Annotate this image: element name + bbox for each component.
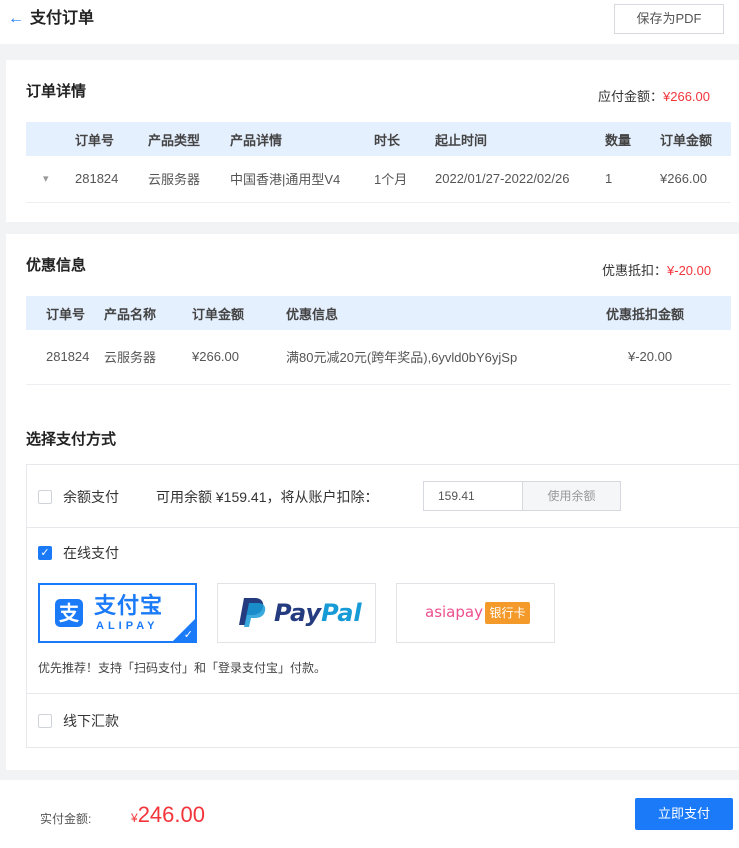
offline-transfer-checkbox[interactable] xyxy=(38,714,52,728)
column-header: 优惠抵扣金额 xyxy=(606,296,731,330)
discount-table-header: 订单号 产品名称 订单金额 优惠信息 优惠抵扣金额 xyxy=(26,296,731,330)
table-cell: 281824 xyxy=(75,156,148,203)
column-header: 订单金额 xyxy=(660,122,731,156)
alipay-recommendation-hint: 优先推荐！支持「扫码支付」和「登录支付宝」付款。 xyxy=(38,661,327,675)
payable-value: ¥266.00 xyxy=(663,89,711,104)
available-balance-text: 可用余额 ¥159.41，将从账户扣除： xyxy=(156,489,379,505)
currency-symbol: ¥ xyxy=(131,811,138,825)
alipay-brand-cn: 支付宝 xyxy=(94,593,164,618)
offline-option-label[interactable]: 线下汇款 xyxy=(63,711,119,731)
discount-table: 订单号 产品名称 订单金额 优惠信息 优惠抵扣金额 281824 云服务器 ¥2… xyxy=(26,296,731,385)
asiapay-brand: asiapay xyxy=(425,603,483,621)
order-details-title: 订单详情 xyxy=(26,83,87,100)
discount-total-label: 优惠抵扣： xyxy=(602,263,668,278)
table-cell: 281824 xyxy=(26,330,104,385)
amount-value: 246.00 xyxy=(137,802,205,827)
actual-payment-amount: ¥246.00 xyxy=(131,802,205,828)
table-cell: 云服务器 xyxy=(148,156,230,203)
column-header: 订单号 xyxy=(75,122,148,156)
use-balance-button[interactable]: 使用余额 xyxy=(522,481,621,511)
column-header: 产品类型 xyxy=(148,122,230,156)
svg-text:支: 支 xyxy=(59,601,80,625)
online-payment-checkbox[interactable]: ✓ xyxy=(38,546,52,560)
pay-now-button[interactable]: 立即支付 xyxy=(635,798,733,830)
payable-amount: 应付金额：¥266.00 xyxy=(598,86,710,105)
table-cell: ¥266.00 xyxy=(192,330,286,385)
paypal-method[interactable]: PayPal xyxy=(217,583,376,643)
table-cell: 云服务器 xyxy=(104,330,192,385)
column-header: 数量 xyxy=(605,122,660,156)
balance-checkbox[interactable] xyxy=(38,490,52,504)
actual-payment-label: 实付金额: xyxy=(40,812,92,826)
table-cell: 满80元减20元(跨年奖品),6yvld0bY6yjSp xyxy=(286,330,606,385)
alipay-brand-en: ALIPAY xyxy=(96,620,159,632)
divider xyxy=(27,527,739,528)
bank-card-tag: 银行卡 xyxy=(485,602,530,624)
table-row: ▾ 281824 云服务器 中国香港|通用型V4 1个月 2022/01/27-… xyxy=(26,156,731,203)
column-header: 起止时间 xyxy=(435,122,605,156)
table-row: 281824 云服务器 ¥266.00 满80元减20元(跨年奖品),6yvld… xyxy=(26,330,731,385)
order-details-card: 订单详情 应付金额：¥266.00 订单号 产品类型 产品详情 时长 起止时间 … xyxy=(6,60,739,222)
online-option-label[interactable]: 在线支付 xyxy=(63,543,119,563)
back-arrow-icon[interactable]: ← xyxy=(8,9,24,29)
back-link[interactable]: ← 支付订单 xyxy=(8,9,94,29)
balance-option-label[interactable]: 余额支付 xyxy=(63,487,119,507)
check-icon: ✓ xyxy=(183,629,193,641)
column-header: 订单号 xyxy=(26,296,104,330)
balance-amount-input[interactable]: 159.41 xyxy=(423,481,523,511)
order-table: 订单号 产品类型 产品详情 时长 起止时间 数量 订单金额 ▾ 281824 云… xyxy=(26,122,731,203)
alipay-method[interactable]: 支 支付宝 ALIPAY ✓ xyxy=(38,583,197,643)
asiapay-method[interactable]: asiapay 银行卡 xyxy=(396,583,555,643)
column-header: 时长 xyxy=(374,122,435,156)
divider xyxy=(27,693,739,694)
bottom-bar: 实付金额: ¥246.00 立即支付 xyxy=(0,780,739,848)
column-header: 产品名称 xyxy=(104,296,192,330)
table-cell: ¥266.00 xyxy=(660,156,731,203)
expand-column-header xyxy=(26,122,75,156)
column-header: 产品详情 xyxy=(230,122,374,156)
payment-method-title: 选择支付方式 xyxy=(26,431,117,448)
payable-label: 应付金额： xyxy=(598,89,664,104)
table-cell: 1 xyxy=(605,156,660,203)
discount-title: 优惠信息 xyxy=(26,257,87,274)
discount-total: 优惠抵扣：¥-20.00 xyxy=(602,260,711,279)
table-cell: 中国香港|通用型V4 xyxy=(230,156,374,203)
order-table-header: 订单号 产品类型 产品详情 时长 起止时间 数量 订单金额 xyxy=(26,122,731,156)
discount-total-value: ¥-20.00 xyxy=(667,263,712,278)
table-cell: 1个月 xyxy=(374,156,435,203)
column-header: 优惠信息 xyxy=(286,296,606,330)
top-bar: ← 支付订单 保存为PDF xyxy=(0,0,739,44)
page-title: 支付订单 xyxy=(30,10,95,27)
paypal-brand: PayPal xyxy=(274,599,362,627)
table-cell: 2022/01/27-2022/02/26 xyxy=(435,156,605,203)
save-pdf-button[interactable]: 保存为PDF xyxy=(614,4,724,34)
payment-options: 余额支付 可用余额 ¥159.41，将从账户扣除： 159.41 使用余额 ✓ … xyxy=(26,464,739,748)
expand-row-icon[interactable]: ▾ xyxy=(26,156,75,203)
column-header: 订单金额 xyxy=(192,296,286,330)
discount-payment-card: 优惠信息 优惠抵扣：¥-20.00 订单号 产品名称 订单金额 优惠信息 优惠抵… xyxy=(6,234,739,770)
table-cell: ¥-20.00 xyxy=(606,330,731,385)
